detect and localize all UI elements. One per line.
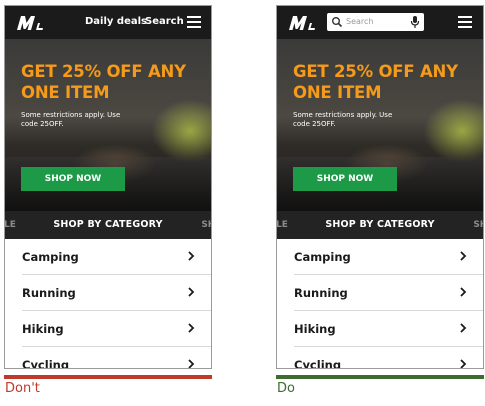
- dont-underline: [4, 375, 212, 379]
- brand-logo-icon[interactable]: [288, 15, 318, 31]
- dont-caption: Don't: [5, 381, 40, 396]
- category-item-hiking[interactable]: Hiking: [5, 311, 211, 347]
- chevron-right-icon: [188, 323, 195, 333]
- category-item-label: Running: [22, 286, 76, 300]
- chevron-right-icon: [188, 251, 195, 261]
- do-caption: Do: [277, 381, 295, 396]
- search-link[interactable]: Search: [145, 15, 184, 29]
- promo-headline: GET 25% OFF ANY ONE ITEM: [293, 62, 458, 102]
- category-carousel-next-item[interactable]: SHO: [201, 219, 211, 231]
- promo-headline: GET 25% OFF ANY ONE ITEM: [21, 62, 186, 102]
- category-item-running[interactable]: Running: [5, 275, 211, 311]
- chevron-right-icon: [188, 359, 195, 368]
- category-carousel-next-item[interactable]: SHO: [473, 219, 483, 231]
- category-list: Camping Running Hiking Cycling: [5, 239, 211, 369]
- brand-logo-icon[interactable]: [16, 15, 46, 31]
- category-carousel[interactable]: ALE SHOP BY CATEGORY SHO: [277, 211, 483, 239]
- do-phone-screen: Search GET 25% OFF ANY ONE ITEM Some res…: [276, 5, 484, 369]
- chevron-right-icon: [460, 251, 467, 261]
- category-item-label: Hiking: [22, 322, 64, 336]
- shop-by-category-tab[interactable]: SHOP BY CATEGORY: [277, 219, 483, 231]
- category-carousel[interactable]: ALE SHOP BY CATEGORY SHO: [5, 211, 211, 239]
- category-item-label: Hiking: [294, 322, 336, 336]
- daily-deals-link[interactable]: Daily deals: [85, 15, 147, 29]
- category-item-running[interactable]: Running: [277, 275, 483, 311]
- category-item-label: Camping: [294, 250, 351, 264]
- category-item-camping[interactable]: Camping: [277, 239, 483, 275]
- shop-now-button[interactable]: SHOP NOW: [293, 167, 397, 191]
- hamburger-menu-icon[interactable]: [187, 16, 201, 28]
- category-item-cycling[interactable]: Cycling: [277, 347, 483, 369]
- chevron-right-icon: [460, 287, 467, 297]
- chevron-right-icon: [460, 323, 467, 333]
- dont-header: Daily deals Search: [5, 6, 211, 39]
- promo-hero-banner: GET 25% OFF ANY ONE ITEM Some restrictio…: [5, 39, 211, 211]
- hamburger-menu-icon[interactable]: [458, 16, 472, 28]
- category-item-label: Cycling: [22, 358, 70, 369]
- promo-restrictions-text: Some restrictions apply. Use code 25OFF.: [293, 111, 393, 128]
- category-list: Camping Running Hiking Cycling: [277, 239, 483, 369]
- category-item-label: Cycling: [294, 358, 342, 369]
- search-placeholder: Search: [346, 17, 374, 26]
- search-input[interactable]: Search: [327, 13, 424, 31]
- promo-restrictions-text: Some restrictions apply. Use code 25OFF.: [21, 111, 121, 128]
- magnifier-icon: [332, 17, 343, 28]
- category-item-cycling[interactable]: Cycling: [5, 347, 211, 369]
- dont-phone-screen: Daily deals Search GET 25% OFF ANY ONE I…: [4, 5, 212, 369]
- do-underline: [276, 375, 484, 379]
- shop-now-button[interactable]: SHOP NOW: [21, 167, 125, 191]
- do-header: Search: [277, 6, 483, 39]
- category-item-label: Camping: [22, 250, 79, 264]
- chevron-right-icon: [188, 287, 195, 297]
- category-item-camping[interactable]: Camping: [5, 239, 211, 275]
- chevron-right-icon: [460, 359, 467, 368]
- shop-by-category-tab[interactable]: SHOP BY CATEGORY: [5, 219, 211, 231]
- category-item-label: Running: [294, 286, 348, 300]
- microphone-icon[interactable]: [410, 15, 420, 29]
- promo-hero-banner: GET 25% OFF ANY ONE ITEM Some restrictio…: [277, 39, 483, 211]
- category-item-hiking[interactable]: Hiking: [277, 311, 483, 347]
